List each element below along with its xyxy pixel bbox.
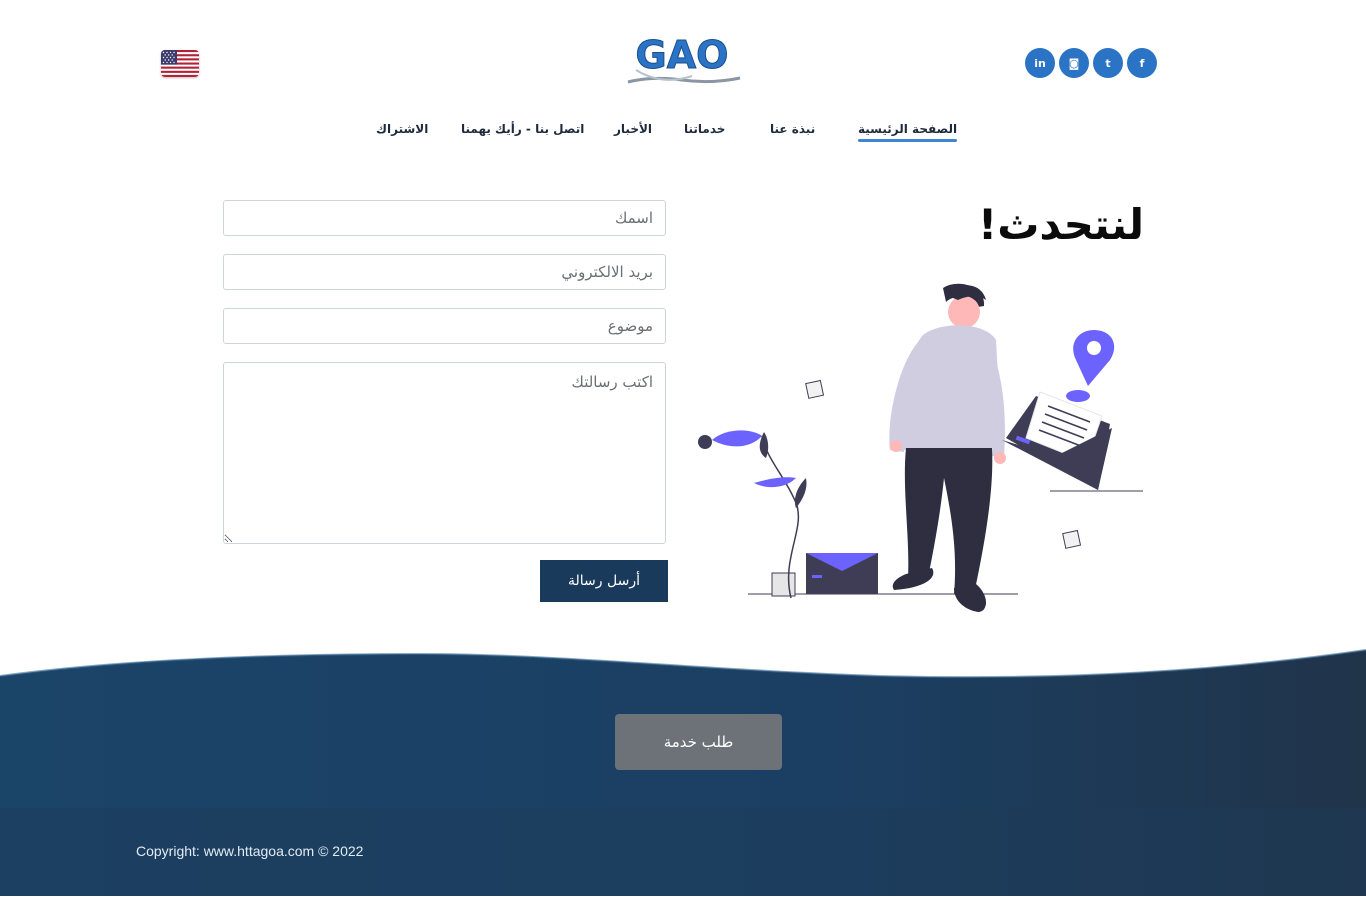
instagram-icon[interactable]: ◙: [1059, 48, 1089, 78]
message-field[interactable]: [223, 362, 666, 544]
nav-subscribe[interactable]: الاشتراك: [376, 122, 428, 136]
nav-contact[interactable]: اتصل بنا - رأيك يهمنا: [461, 122, 584, 136]
site-logo[interactable]: GAO: [622, 30, 744, 88]
subject-field[interactable]: [223, 308, 666, 344]
name-field[interactable]: [223, 200, 666, 236]
contact-illustration: [696, 278, 1146, 618]
facebook-icon[interactable]: f: [1127, 48, 1157, 78]
request-service-button[interactable]: طلب خدمة: [615, 714, 782, 770]
nav-about[interactable]: نبذة عنا: [770, 122, 815, 136]
social-links: in ◙ t f: [1025, 48, 1157, 78]
us-flag-icon[interactable]: [161, 50, 199, 77]
copyright-text: Copyright: www.httagoa.com © 2022: [136, 843, 364, 859]
logo-text: GAO: [636, 33, 729, 77]
twitter-icon[interactable]: t: [1093, 48, 1123, 78]
send-message-button[interactable]: أرسل رسالة: [540, 560, 668, 602]
nav-services[interactable]: خدماتنا: [684, 122, 725, 136]
nav-home[interactable]: الصفحة الرئيسية: [858, 122, 958, 142]
linkedin-icon[interactable]: in: [1025, 48, 1055, 78]
nav-news[interactable]: الأخبار: [614, 122, 652, 136]
email-field[interactable]: [223, 254, 666, 290]
contact-title: لنتحدث!: [978, 200, 1144, 249]
main-nav: الصفحة الرئيسية نبذة عنا خدماتنا الأخبار…: [0, 120, 1366, 150]
